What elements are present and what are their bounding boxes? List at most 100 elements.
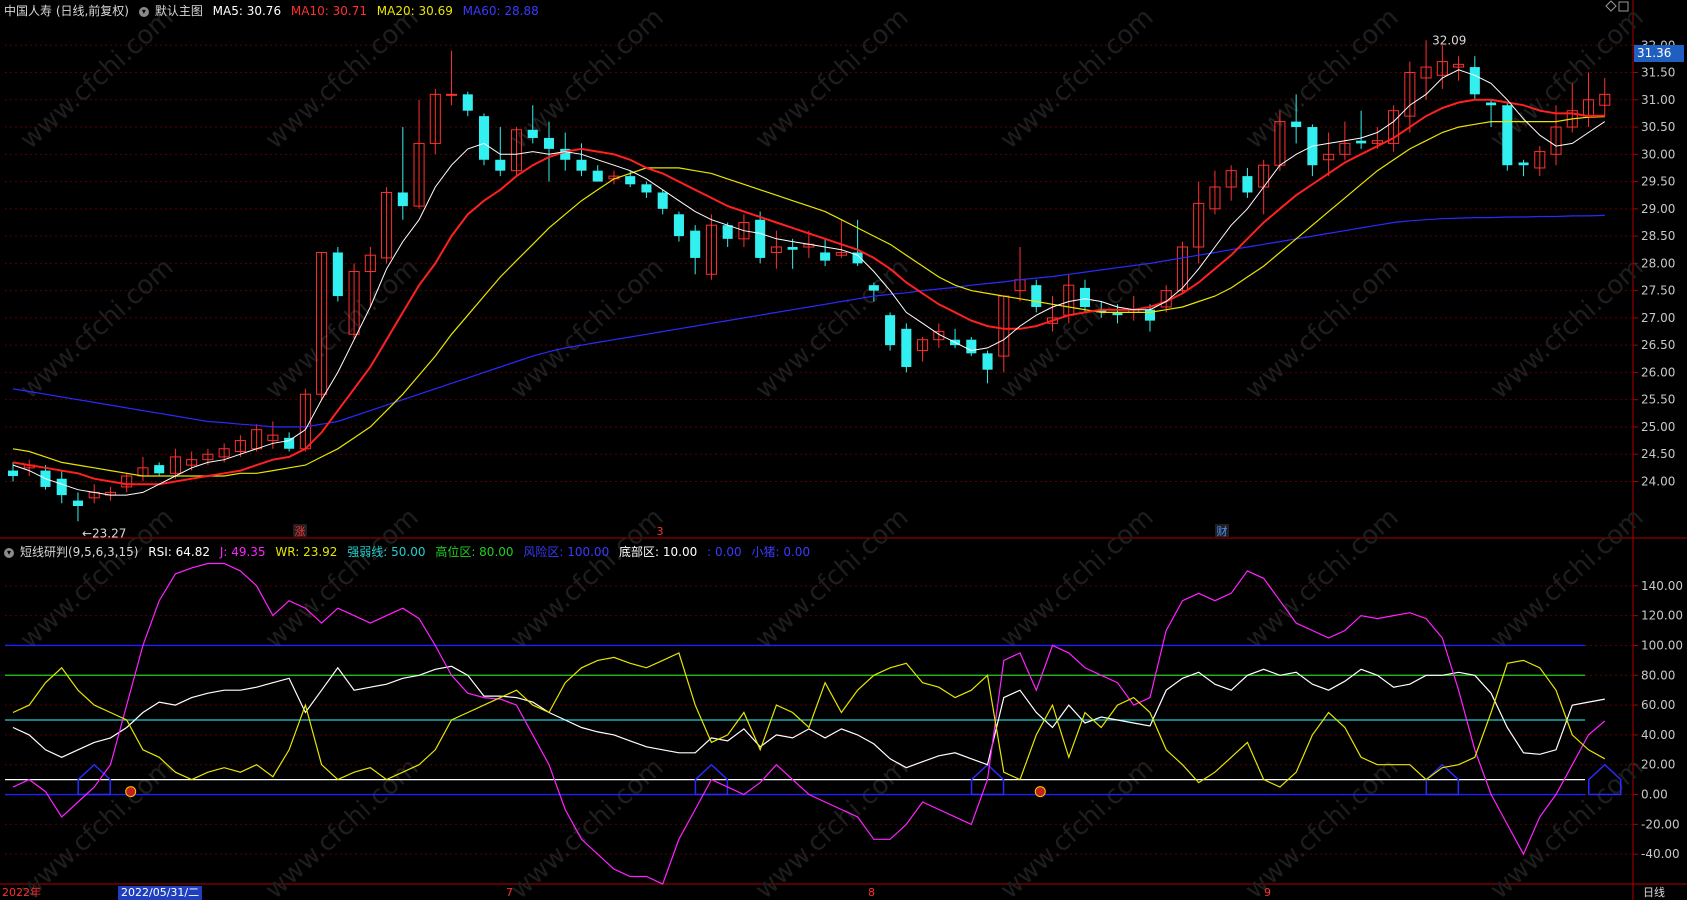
candle-body-down [72, 500, 84, 507]
low-price-label: ←23.27 [82, 526, 126, 540]
bottom-zone-value: 底部区: 10.00 [619, 545, 698, 559]
watermark-text: www.cfchi.com [260, 502, 425, 655]
candle-body-down [755, 219, 766, 258]
candle-body-down [641, 184, 652, 193]
risk-zone-value: 风险区: 100.00 [523, 545, 610, 559]
diamond-icon [1605, 0, 1617, 12]
sub-tick-label: -40.00 [1641, 847, 1680, 861]
period-label[interactable]: 日线 [1643, 886, 1665, 900]
candle-body-down [673, 214, 684, 237]
sub-indicator-title[interactable]: 短线研判(9,5,6,3,15) [20, 545, 138, 559]
watermark-text: www.cfchi.com [505, 252, 670, 405]
extra2-value: 小猪: 0.00 [751, 545, 811, 559]
candle-body-down [787, 247, 798, 250]
watermark-text: www.cfchi.com [1485, 252, 1650, 405]
year-label: 2022年 [2, 886, 41, 899]
main-tick-label: 31.50 [1641, 66, 1675, 80]
strong-line-value: 强弱线: 50.00 [347, 545, 426, 559]
main-tick-label: 30.00 [1641, 147, 1675, 161]
last-price-tag: 31.36 [1634, 45, 1684, 62]
candle-body-down [1518, 162, 1529, 166]
sub-chart-header: ▾ 短线研判(9,5,6,3,15) RSI: 64.82 J: 49.35 WR… [4, 543, 816, 560]
main-tick-label: 28.00 [1641, 256, 1675, 270]
watermark-text: www.cfchi.com [1485, 502, 1650, 655]
watermark-text: www.cfchi.com [260, 752, 425, 900]
sub-tick-label: 100.00 [1641, 638, 1683, 652]
main-tick-label: 30.50 [1641, 120, 1675, 134]
main-tick-label: 27.00 [1641, 311, 1675, 325]
main-tick-label: 25.50 [1641, 393, 1675, 407]
candle-body-down [657, 192, 668, 209]
sub-indicator-menu-icon[interactable]: ▾ [4, 547, 14, 558]
main-tick-label: 31.00 [1641, 93, 1675, 107]
candle-body-down [592, 170, 603, 182]
watermark-text: www.cfchi.com [15, 752, 180, 900]
ma10-value: MA10: 30.71 [290, 4, 367, 18]
watermark-text: www.cfchi.com [1240, 2, 1405, 155]
candle-body-down [284, 437, 295, 449]
candle-body-down [154, 465, 165, 474]
watermark-text: www.cfchi.com [15, 252, 180, 405]
ma5-value: MA5: 30.76 [212, 4, 282, 18]
candle-body-down [495, 159, 506, 171]
candle-body-down [576, 159, 587, 171]
main-tick-label: 25.00 [1641, 420, 1675, 434]
watermark-text: www.cfchi.com [1240, 752, 1405, 900]
watermark-text: www.cfchi.com [260, 2, 425, 155]
candle-body-down [966, 339, 977, 354]
ma20-value: MA20: 30.69 [376, 4, 453, 18]
extra1-value: : 0.00 [707, 545, 742, 559]
watermark-text: www.cfchi.com [1240, 252, 1405, 405]
watermark-text: www.cfchi.com [995, 502, 1160, 655]
watermark-text: www.cfchi.com [750, 2, 915, 155]
month-label-8: 8 [868, 886, 875, 899]
candle-body-down [722, 225, 733, 239]
sub-tick-label: 80.00 [1641, 668, 1675, 682]
candle-body-down [332, 252, 343, 297]
candle-body-down [625, 176, 636, 185]
candle-body-down [543, 137, 555, 149]
rsi-value: RSI: 64.82 [148, 545, 210, 559]
candle-body-down [1079, 287, 1091, 307]
main-tick-label: 27.50 [1641, 284, 1675, 298]
main-chart-header: 中国人寿 (日线,前复权) ▾ 默认主图 MA5: 30.76 MA10: 30.… [4, 2, 545, 19]
month-label-9: 9 [1264, 886, 1271, 899]
candle-body-down [1469, 67, 1480, 95]
watermark-text: www.cfchi.com [750, 502, 915, 655]
candle-body-down [1356, 140, 1367, 144]
watermark-text: www.cfchi.com [505, 502, 670, 655]
watermark-text: www.cfchi.com [15, 2, 180, 155]
main-tick-label: 26.50 [1641, 338, 1675, 352]
candle-body-down [1291, 121, 1302, 128]
sub-tick-label: 40.00 [1641, 728, 1675, 742]
candle-body-down [982, 353, 993, 370]
indicator-menu-icon[interactable]: ▾ [138, 6, 149, 17]
chart-canvas[interactable]: www.cfchi.com www.cfchi.com www.cfchi.com w… [0, 0, 1687, 900]
sub-tick-label: 0.00 [1641, 788, 1668, 802]
wr-value: WR: 23.92 [275, 545, 338, 559]
ma60-value: MA60: 28.88 [462, 4, 539, 18]
candle-body-down [462, 94, 473, 111]
candle-body-down [1502, 105, 1513, 166]
pig-icon [1034, 786, 1046, 798]
high-price-label: 32.09 [1432, 33, 1466, 47]
watermark-text: www.cfchi.com [505, 752, 670, 900]
candle-body-down [7, 470, 19, 477]
candle-body-down [690, 230, 701, 258]
indicator-name[interactable]: 默认主图 [155, 4, 203, 18]
high-zone-value: 高位区: 80.00 [435, 545, 514, 559]
sub-tick-label: 60.00 [1641, 698, 1675, 712]
sub-tick-label: -20.00 [1641, 817, 1680, 831]
candle-body-down [527, 129, 538, 138]
main-tick-label: 29.00 [1641, 202, 1675, 216]
sub-tick-label: 140.00 [1641, 579, 1683, 593]
candle-body-up [446, 93, 458, 96]
candle-body-down [56, 478, 67, 496]
candle-body-down [901, 328, 912, 367]
main-tick-label: 26.00 [1641, 365, 1675, 379]
sub-tick-label: 20.00 [1641, 758, 1675, 772]
stock-title: 中国人寿 (日线,前复权) [4, 4, 129, 18]
main-tick-label: 28.50 [1641, 229, 1675, 243]
event-marker: 财 [1217, 524, 1228, 538]
pig-icon [125, 786, 137, 798]
